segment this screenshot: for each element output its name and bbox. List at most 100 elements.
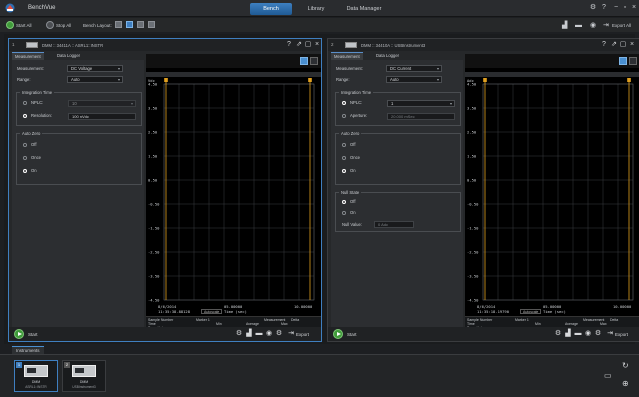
popout-icon[interactable]: ⇗	[295, 41, 303, 49]
export-button[interactable]: Export	[615, 332, 628, 337]
maximize-icon[interactable]: ▢	[304, 41, 312, 49]
start-play-icon[interactable]	[14, 329, 24, 339]
start-play-icon[interactable]	[333, 329, 343, 339]
layout-four-icon[interactable]	[148, 21, 155, 28]
measurement-select[interactable]: DC Current	[386, 65, 442, 72]
close-icon[interactable]: ×	[630, 3, 638, 13]
instrument-connect-icon[interactable]: ◉	[590, 21, 596, 30]
autoscale-button[interactable]: Autoscale	[201, 309, 223, 314]
stop-all-icon[interactable]	[46, 21, 54, 29]
auto-zero-once-radio[interactable]	[23, 156, 27, 160]
maximize-icon[interactable]: ▢	[619, 41, 627, 49]
settings-pane: Measurement: DC Current Range: Auto Inte…	[331, 60, 463, 332]
tab-data-manager[interactable]: Data Manager	[340, 3, 388, 15]
export-icon[interactable]: ⇥	[287, 330, 295, 338]
auto-zero-off-radio[interactable]	[342, 143, 346, 147]
resolution-radio[interactable]	[23, 114, 27, 118]
auto-zero-on-radio[interactable]	[342, 169, 346, 173]
resolution-field[interactable]: 100 nVdc	[68, 113, 136, 120]
refresh-icon[interactable]: ↻	[622, 361, 629, 370]
nplc-select[interactable]: 1	[387, 100, 455, 107]
col-max: Max	[281, 322, 288, 326]
instruments-tab[interactable]: Instruments	[12, 346, 44, 354]
close-panel-icon[interactable]: ×	[628, 41, 636, 49]
start-button[interactable]: Start	[347, 332, 357, 337]
export-all-button[interactable]: Export All	[612, 21, 631, 30]
export-all-icon[interactable]: ⇥	[603, 21, 609, 30]
tab-measurement[interactable]: Measurement	[331, 52, 363, 60]
time-scrollbar[interactable]	[465, 72, 639, 77]
help-icon[interactable]: ?	[600, 41, 608, 49]
measurement-select[interactable]: DC Voltage	[67, 65, 123, 72]
tab-measurement[interactable]: Measurement	[12, 52, 44, 60]
layout-grid-icon[interactable]	[137, 21, 144, 28]
tab-data-logger[interactable]: Data Logger	[54, 52, 83, 60]
range-select[interactable]: Auto	[67, 76, 123, 83]
null-on-radio[interactable]	[342, 211, 346, 215]
y-tick-label: 4.50	[148, 82, 158, 87]
instrument-address: USBInstrument3	[72, 385, 96, 389]
auto-zero-once-radio[interactable]	[342, 156, 346, 160]
layout-single-icon[interactable]	[115, 21, 122, 28]
null-value-field[interactable]: 0 Adc	[374, 221, 414, 228]
export-button[interactable]: Export	[296, 332, 309, 337]
start-all-button[interactable]: Start All	[16, 21, 32, 30]
chart-plot[interactable]: Vdc4.503.502.501.500.50-0.50-1.50-2.50-3…	[146, 78, 321, 316]
bench-chart-icon[interactable]: ▟	[562, 21, 567, 30]
aperture-radio[interactable]	[342, 114, 346, 118]
connect-icon[interactable]: ◉	[265, 330, 273, 338]
gear-icon[interactable]: ⚙	[594, 330, 602, 338]
y-tick-label: 2.50	[467, 130, 477, 135]
layout-two-column-icon[interactable]	[126, 21, 133, 28]
connect-icon[interactable]: ◉	[584, 330, 592, 338]
help-icon[interactable]: ?	[600, 3, 608, 13]
tab-data-logger[interactable]: Data Logger	[373, 52, 402, 60]
tab-library[interactable]: Library	[296, 3, 336, 15]
start-all-icon[interactable]	[6, 21, 14, 29]
range-select[interactable]: Auto	[386, 76, 442, 83]
auto-zero-group: Auto Zero Off Once On	[16, 131, 142, 185]
table-view-icon[interactable]	[310, 57, 318, 65]
chart-view-icon[interactable]	[300, 57, 308, 65]
y-tick-label: 2.50	[148, 130, 158, 135]
restore-icon[interactable]: ▫	[621, 3, 629, 13]
folder-icon[interactable]: ▬	[574, 330, 582, 338]
nplc-radio[interactable]	[342, 101, 346, 105]
minimize-icon[interactable]: −	[612, 3, 620, 13]
chart-icon[interactable]: ▟	[245, 330, 253, 338]
time-scrollbar[interactable]	[146, 72, 321, 77]
add-instrument-icon[interactable]: ⊕	[622, 379, 629, 388]
auto-zero-on-radio[interactable]	[23, 169, 27, 173]
nplc-radio[interactable]	[23, 101, 27, 105]
autoscale-button[interactable]: Autoscale	[520, 309, 542, 314]
settings-icon[interactable]: ⚙	[235, 330, 243, 338]
y-tick-label: 3.50	[467, 106, 477, 111]
chart-icon[interactable]: ▟	[564, 330, 572, 338]
settings-icon[interactable]: ⚙	[554, 330, 562, 338]
y-tick-label: 1.50	[467, 154, 477, 159]
start-button[interactable]: Start	[28, 332, 38, 337]
aperture-field[interactable]: 20.000 mSec	[387, 113, 455, 120]
export-icon[interactable]: ⇥	[606, 330, 614, 338]
instrument-thumb-2[interactable]: 2 DMM USBInstrument3	[62, 360, 106, 392]
gear-icon[interactable]: ⚙	[275, 330, 283, 338]
instrument-thumb-1[interactable]: 1 DMM ASRL1::INSTR	[14, 360, 58, 392]
auto-zero-off-radio[interactable]	[23, 143, 27, 147]
nplc-select[interactable]: 10	[68, 100, 136, 107]
range-label: Range:	[336, 77, 350, 82]
table-view-icon[interactable]	[629, 57, 637, 65]
folder-icon[interactable]: ▬	[575, 21, 582, 30]
chart-view-icon[interactable]	[619, 57, 627, 65]
stop-all-button[interactable]: Stop All	[56, 21, 71, 30]
chart-toolbar	[465, 54, 639, 68]
tab-bench[interactable]: Bench	[250, 3, 292, 15]
settings-gear-icon[interactable]: ⚙	[589, 3, 597, 13]
close-panel-icon[interactable]: ×	[313, 41, 321, 49]
null-off-radio[interactable]	[342, 200, 346, 204]
chart-plot[interactable]: Adc4.503.502.501.500.50-0.50-1.50-2.50-3…	[465, 78, 639, 316]
instrument-address: ASRL1::INSTR	[25, 385, 47, 389]
instrument-discover-icon[interactable]: ▭	[604, 371, 612, 380]
popout-icon[interactable]: ⇗	[610, 41, 618, 49]
folder-icon[interactable]: ▬	[255, 330, 263, 338]
help-icon[interactable]: ?	[285, 41, 293, 49]
